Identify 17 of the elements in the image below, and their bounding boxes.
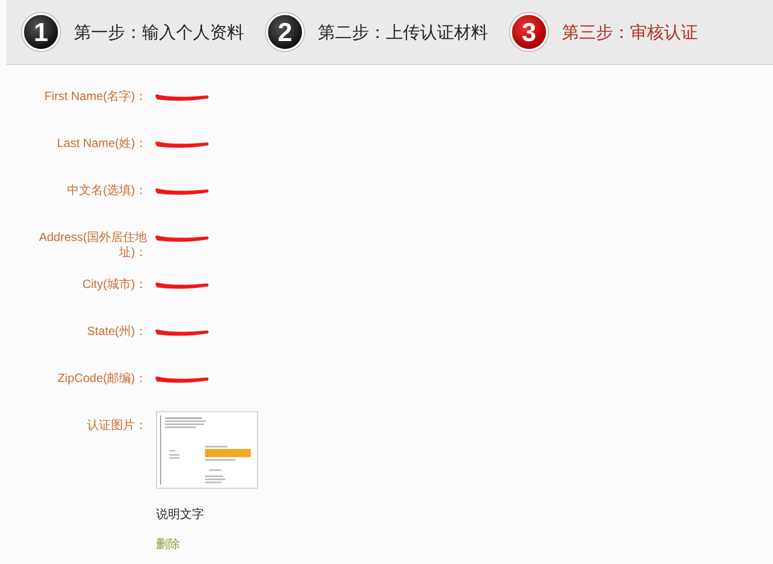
field-label: 中文名(选填)： (66, 183, 147, 198)
field-label: Address(国外居住地址)： (38, 230, 147, 260)
step-label: 第一步：输入个人资料 (74, 22, 244, 44)
field-label: City(城市)： (81, 277, 147, 292)
delete-link[interactable]: 删除 (156, 536, 180, 553)
document-thumbnail[interactable] (156, 411, 258, 489)
field-label: First Name(名字)： (43, 89, 147, 104)
field-label: ZipCode(邮编)： (56, 371, 147, 386)
step-label: 第三步：审核认证 (562, 22, 698, 44)
field-label: 认证图片： (86, 418, 147, 433)
step-number: 3 (510, 13, 548, 51)
step-number: 2 (266, 13, 304, 51)
step-label: 第二步：上传认证材料 (318, 22, 488, 44)
field-label: State(州)： (86, 324, 147, 339)
field-label: Last Name(姓)： (56, 136, 147, 151)
step-number: 1 (22, 13, 60, 51)
image-caption: 说明文字 (156, 506, 204, 523)
